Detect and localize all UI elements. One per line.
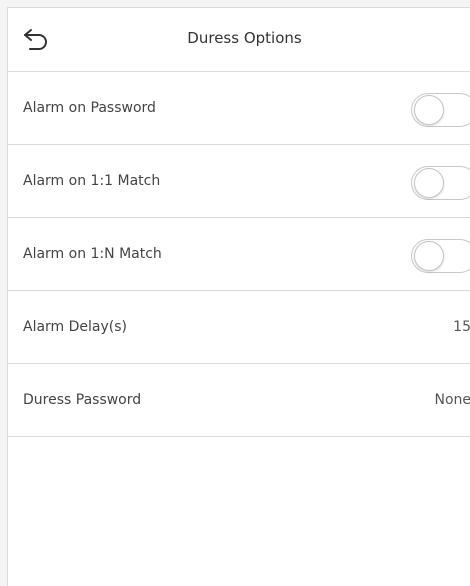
toggle-knob — [414, 168, 444, 198]
duress-password-value: None — [434, 392, 470, 408]
setting-label: Duress Password — [23, 392, 142, 408]
setting-row-alarm-on-1-1-match[interactable]: Alarm on 1:1 Match — [8, 145, 470, 218]
header-bar: Duress Options — [8, 8, 470, 72]
setting-row-alarm-on-1-n-match[interactable]: Alarm on 1:N Match — [8, 218, 470, 291]
alarm-delay-value: 15 — [453, 319, 470, 335]
page-title: Duress Options — [187, 29, 302, 47]
alarm-on-1-1-match-toggle[interactable] — [411, 166, 470, 200]
setting-row-alarm-on-password[interactable]: Alarm on Password — [8, 72, 470, 145]
setting-label: Alarm on 1:1 Match — [23, 173, 161, 189]
toggle-knob — [414, 95, 444, 125]
setting-label: Alarm on 1:N Match — [23, 246, 162, 262]
device-screen: Duress Options Alarm on Password Alarm o… — [7, 7, 470, 586]
alarm-on-password-toggle[interactable] — [411, 93, 470, 127]
toggle-knob — [414, 241, 444, 271]
setting-row-duress-password[interactable]: Duress Password None — [8, 364, 470, 437]
screen: Duress Options Alarm on Password Alarm o… — [0, 0, 470, 586]
setting-label: Alarm Delay(s) — [23, 319, 128, 335]
setting-label: Alarm on Password — [23, 100, 156, 116]
alarm-on-1-n-match-toggle[interactable] — [411, 239, 470, 273]
setting-row-alarm-delay[interactable]: Alarm Delay(s) 15 — [8, 291, 470, 364]
